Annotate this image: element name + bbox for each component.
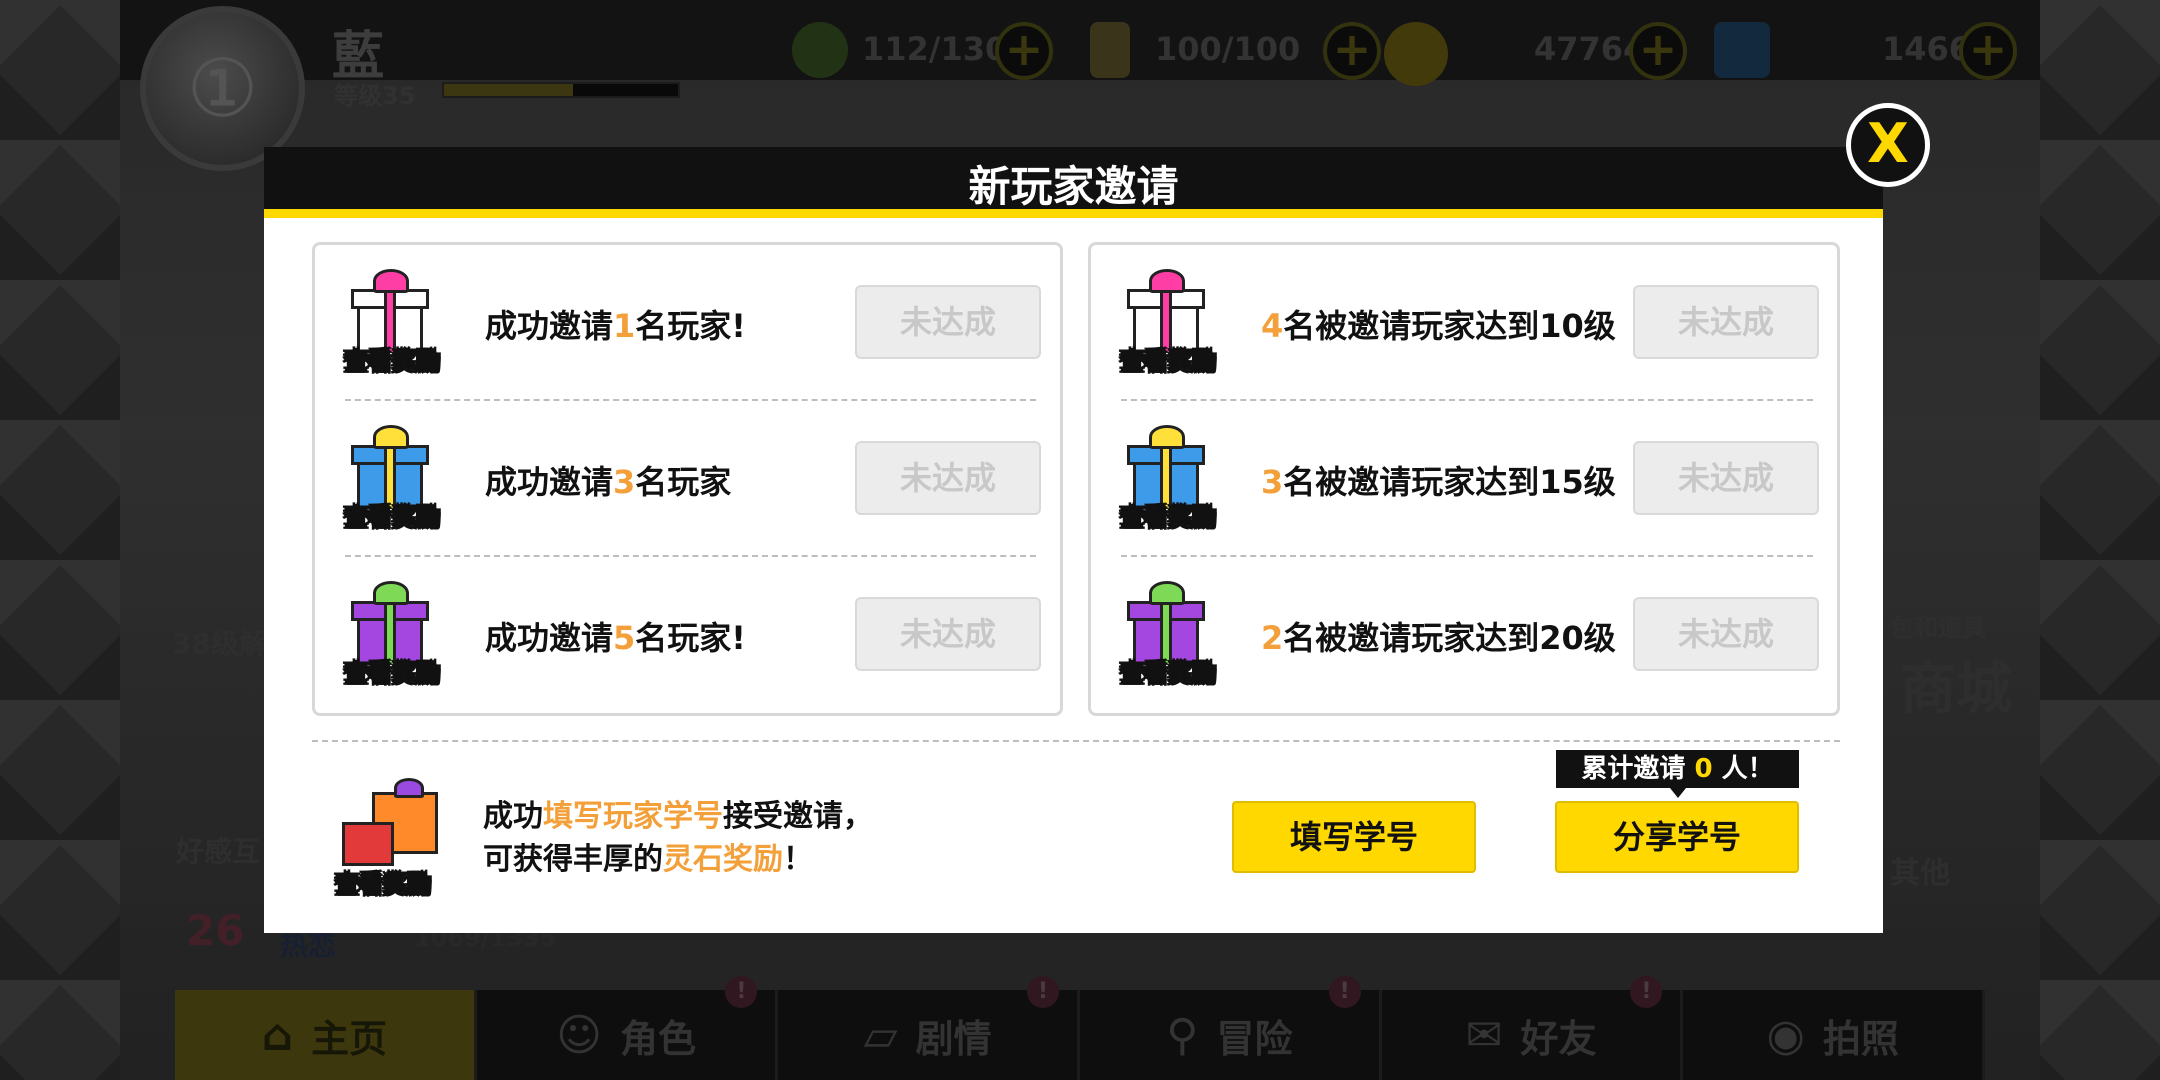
- invite-count: 0: [1694, 754, 1713, 784]
- condition-text: 名被邀请玩家达到10级: [1283, 307, 1616, 345]
- gift-bow: [373, 581, 409, 605]
- header-accent-bar: [264, 209, 1883, 218]
- dialog-header: 新玩家邀请: [264, 147, 1883, 217]
- condition-number: 1: [613, 307, 636, 345]
- condition-number: 5: [613, 619, 636, 657]
- tooltip-text: 累计邀请: [1581, 754, 1686, 784]
- claim-status-button[interactable]: 未达成: [855, 597, 1041, 671]
- gift-box-icon[interactable]: 查看奖励: [344, 581, 441, 688]
- condition-number: 3: [613, 463, 636, 501]
- reward-condition: 2名被邀请玩家达到20级: [1261, 613, 1616, 659]
- tooltip-arrow: [1670, 788, 1686, 798]
- condition-text: 名玩家!: [635, 619, 746, 657]
- gift-box-icon[interactable]: 查看奖励: [344, 425, 441, 532]
- view-reward-label[interactable]: 查看奖励: [339, 653, 445, 688]
- view-reward-label[interactable]: 查看奖励: [339, 341, 445, 376]
- gift-bow: [1149, 425, 1185, 449]
- condition-text: 名被邀请玩家达到20级: [1283, 619, 1616, 657]
- gift-box-icon[interactable]: 查看奖励: [344, 269, 441, 376]
- view-reward-label[interactable]: 查看奖励: [330, 864, 436, 899]
- invitee-level-rewards-panel: 查看奖励 4名被邀请玩家达到10级 未达成 查看奖励 3名被邀请玩家达到15级 …: [1088, 242, 1840, 716]
- condition-text: 成功邀请: [485, 463, 614, 501]
- reward-condition: 3名被邀请玩家达到15级: [1261, 457, 1616, 503]
- share-student-id-button[interactable]: 分享学号: [1555, 801, 1799, 873]
- instruction-text: 成功: [483, 799, 543, 834]
- condition-text: 名玩家: [635, 463, 732, 501]
- condition-text: 名被邀请玩家达到15级: [1283, 463, 1616, 501]
- gift-bow: [1149, 269, 1185, 293]
- reward-condition: 成功邀请5名玩家!: [485, 613, 746, 659]
- tooltip-text: 人！: [1721, 754, 1774, 784]
- reward-condition: 4名被邀请玩家达到10级: [1261, 301, 1616, 347]
- reward-condition: 成功邀请1名玩家!: [485, 301, 746, 347]
- bottom-reward[interactable]: 查看奖励: [335, 770, 450, 899]
- view-reward-label[interactable]: 查看奖励: [339, 497, 445, 532]
- condition-text: 成功邀请: [485, 307, 614, 345]
- reward-row: 查看奖励 2名被邀请玩家达到20级 未达成: [1091, 557, 1837, 713]
- condition-number: 4: [1261, 307, 1284, 345]
- invite-instructions: 成功填写玩家学号接受邀请， 可获得丰厚的灵石奖励！: [483, 795, 873, 881]
- reward-row: 查看奖励 4名被邀请玩家达到10级 未达成: [1091, 245, 1837, 401]
- invite-count-tooltip: 累计邀请 0 人！: [1556, 750, 1799, 788]
- reward-row: 查看奖励 成功邀请1名玩家! 未达成: [315, 245, 1060, 401]
- claim-status-button[interactable]: 未达成: [1633, 597, 1819, 671]
- gift-bow: [373, 425, 409, 449]
- dialog-title: 新玩家邀请: [968, 162, 1179, 211]
- reward-row: 查看奖励 成功邀请5名玩家! 未达成: [315, 557, 1060, 713]
- gift-box-icon[interactable]: 查看奖励: [1120, 269, 1217, 376]
- gift-box-icon[interactable]: 查看奖励: [1120, 425, 1217, 532]
- invite-count-rewards-panel: 查看奖励 成功邀请1名玩家! 未达成 查看奖励 成功邀请3名玩家 未达成 查看奖…: [312, 242, 1063, 716]
- instruction-text: 可获得丰厚的: [483, 842, 663, 877]
- claim-status-button[interactable]: 未达成: [1633, 285, 1819, 359]
- gift-bundle-icon: [342, 778, 442, 868]
- instruction-highlight: 填写玩家学号: [543, 799, 723, 834]
- gift-box-icon[interactable]: 查看奖励: [1120, 581, 1217, 688]
- reward-row: 查看奖励 成功邀请3名玩家 未达成: [315, 401, 1060, 557]
- reward-condition: 成功邀请3名玩家: [485, 457, 731, 503]
- instruction-text: 接受邀请，: [723, 799, 873, 834]
- view-reward-label[interactable]: 查看奖励: [1115, 497, 1221, 532]
- gift-bow: [1149, 581, 1185, 605]
- close-button[interactable]: X: [1846, 103, 1930, 187]
- condition-text: 名玩家!: [635, 307, 746, 345]
- gift-bow: [373, 269, 409, 293]
- condition-number: 2: [1261, 619, 1284, 657]
- instruction-highlight: 灵石奖励: [663, 842, 783, 877]
- view-reward-label[interactable]: 查看奖励: [1115, 341, 1221, 376]
- claim-status-button[interactable]: 未达成: [855, 441, 1041, 515]
- instruction-text: ！: [783, 842, 813, 877]
- view-reward-label[interactable]: 查看奖励: [1115, 653, 1221, 688]
- reward-row: 查看奖励 3名被邀请玩家达到15级 未达成: [1091, 401, 1837, 557]
- condition-text: 成功邀请: [485, 619, 614, 657]
- fill-student-id-button[interactable]: 填写学号: [1232, 801, 1476, 873]
- section-divider: [312, 740, 1840, 742]
- condition-number: 3: [1261, 463, 1284, 501]
- claim-status-button[interactable]: 未达成: [1633, 441, 1819, 515]
- claim-status-button[interactable]: 未达成: [855, 285, 1041, 359]
